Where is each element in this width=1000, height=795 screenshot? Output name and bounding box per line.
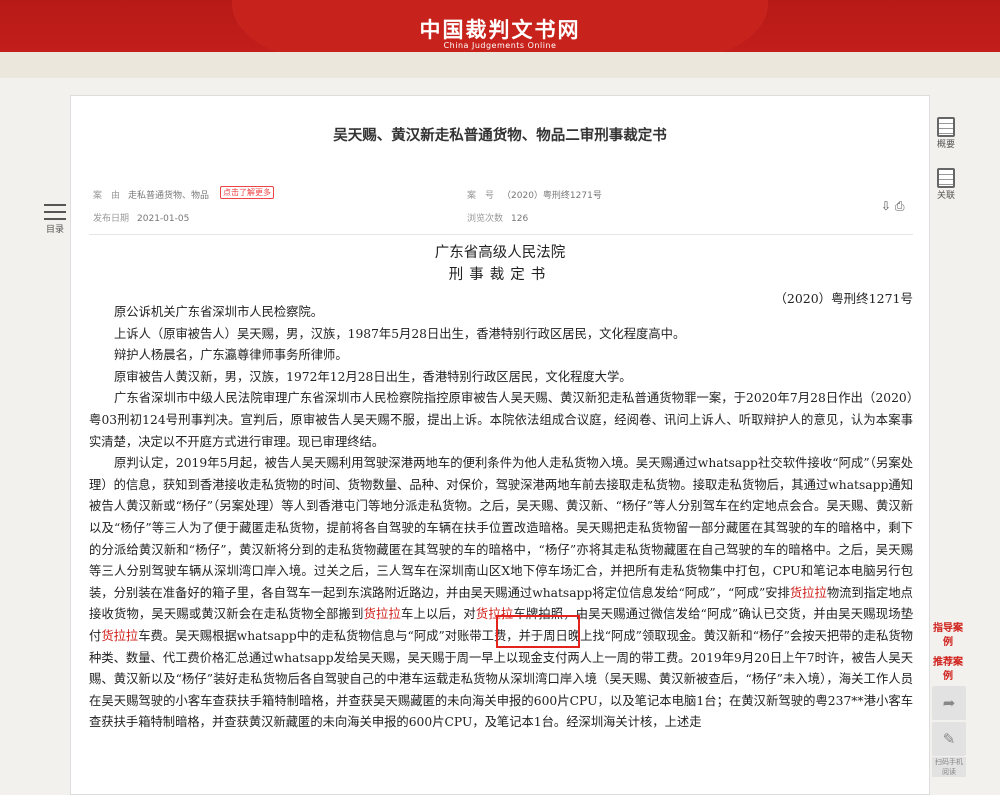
outline-button[interactable]: 概要: [934, 117, 958, 150]
related-button[interactable]: 关联: [934, 168, 958, 201]
share-icon: ➦: [942, 694, 956, 712]
site-title: 中国裁判文书网: [419, 17, 581, 42]
paragraph: 原公诉机关广东省深圳市人民检察院。: [114, 305, 324, 319]
paragraph: 原审被告人黄汉新，男，汉族，1972年12月28日出生，香港特别行政区居民，文化…: [114, 369, 632, 384]
paragraph: 辩护人杨晨名，广东瀛尊律师事务所律师。: [114, 348, 348, 363]
meta-cause: 案 由走私普通货物、物品: [93, 188, 209, 201]
list-icon: [44, 204, 66, 222]
document-body: 原公诉机关广东省深圳市人民检察院。 上诉人（原审被告人）吴天赐，男，汉族，198…: [89, 302, 913, 734]
annotation-box: [496, 615, 580, 648]
court-name: 广东省高级人民法院: [434, 245, 566, 261]
meta-views-label: 浏览次数: [467, 214, 504, 224]
paragraph: 广东省深圳市中级人民法院审理广东省深圳市人民检察院指控原审被告人吴天赐、黄汉新犯…: [89, 391, 913, 449]
text-run: 车上以后，对: [401, 607, 476, 622]
download-icon[interactable]: ⇩: [881, 199, 891, 213]
keyword-highlight[interactable]: 货拉拉: [790, 586, 827, 600]
outline-label: 概要: [936, 140, 955, 150]
meta-publish-value: 2021-01-05: [137, 214, 190, 224]
meta-case-no: 案 号 （2020）粤刑终1271号: [467, 188, 602, 201]
meta-views: 浏览次数 126: [467, 211, 528, 224]
paragraph: 上诉人（原审被告人）吴天赐，男，汉族，1987年5月28日出生，香港特别行政区居…: [114, 326, 686, 341]
meta-case-no-label: 案 号: [467, 191, 495, 201]
document-title: 吴天赐、黄汉新走私普通货物、物品二审刑事裁定书: [333, 128, 667, 144]
meta-views-value: 126: [511, 214, 529, 224]
site-subtitle: China Judgements Online: [443, 41, 557, 50]
typical-cases-link[interactable]: 推荐案例: [932, 656, 964, 684]
keyword-highlight[interactable]: 货拉拉: [101, 629, 138, 643]
document-icon: [937, 117, 955, 137]
related-label: 关联: [936, 191, 955, 201]
toc-button[interactable]: 目录: [44, 204, 66, 235]
doc-actions: ⇩ ⎙: [881, 199, 905, 214]
document-icon: [937, 168, 955, 188]
paragraph-main: 原判认定，2019年5月起，被告人吴天赐利用驾驶深港两地车的便利条件为他人走私货…: [89, 453, 913, 734]
cause-more-tag[interactable]: 点击了解更多: [220, 186, 274, 199]
guide-cases-link[interactable]: 指导案例: [932, 622, 964, 650]
document-type: 刑事裁定书: [448, 267, 552, 283]
meta-cause-label: 案 由: [93, 191, 121, 201]
edit-button[interactable]: ✎: [932, 722, 966, 756]
nav-strip: [0, 52, 1000, 78]
meta-publish: 发布日期 2021-01-05: [93, 211, 189, 224]
text-run: 原判认定，2019年5月起，被告人吴天赐利用驾驶深港两地车的便利条件为他人走私货…: [89, 456, 913, 600]
print-icon[interactable]: ⎙: [895, 199, 905, 213]
toc-label: 目录: [45, 225, 64, 235]
divider: [89, 234, 913, 235]
keyword-highlight[interactable]: 货拉拉: [364, 607, 401, 621]
document-panel: 吴天赐、黄汉新走私普通货物、物品二审刑事裁定书 案 由走私普通货物、物品 点击了…: [70, 95, 930, 795]
meta-publish-label: 发布日期: [93, 214, 130, 224]
share-button[interactable]: ➦: [932, 686, 966, 720]
meta-cause-value: 走私普通货物、物品: [128, 191, 210, 201]
pencil-icon: ✎: [942, 730, 956, 748]
mobile-read-button[interactable]: 扫码手机阅读: [932, 757, 966, 777]
meta-case-no-value: （2020）粤刑终1271号: [502, 191, 602, 201]
